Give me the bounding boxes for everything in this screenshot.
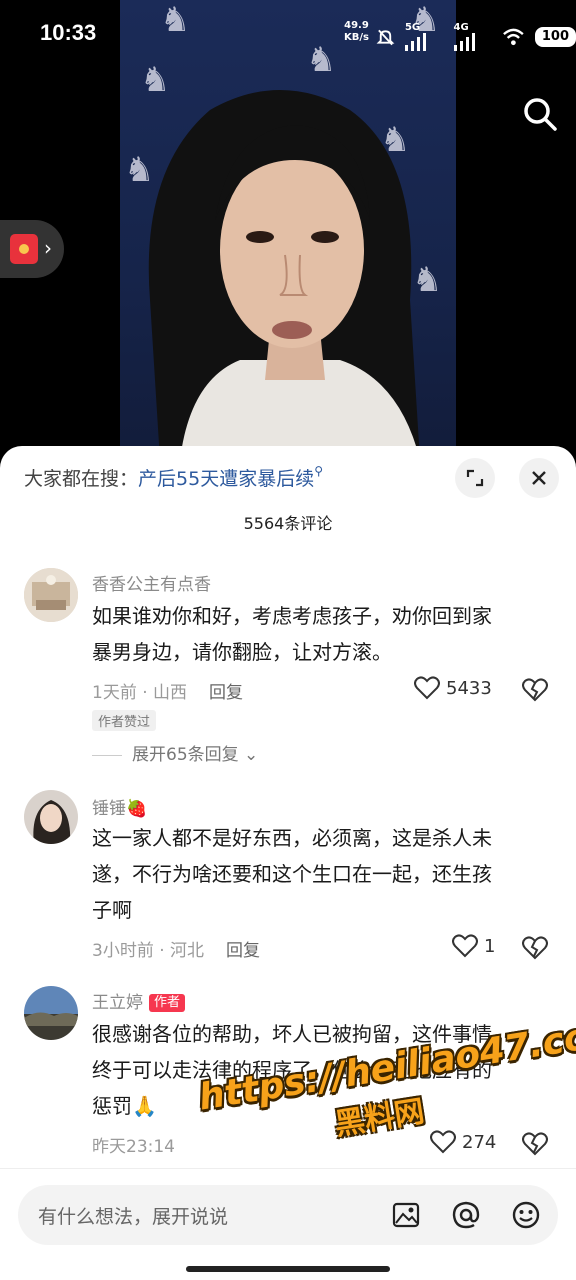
heart-icon xyxy=(414,676,440,700)
comment-username[interactable]: 王立婷 作者 xyxy=(92,988,186,1013)
avatar[interactable] xyxy=(24,790,78,844)
broken-heart-icon[interactable] xyxy=(522,1132,548,1156)
network-speed: 49.9 KB/s xyxy=(344,20,369,43)
broken-heart-icon[interactable] xyxy=(522,678,548,702)
author-liked-badge: 作者赞过 xyxy=(92,710,157,731)
comment-sheet: 大家都在搜：产后55天遭家暴后续⚲ 5564条评论 香香公主有点香 如果谁劝你和… xyxy=(0,446,576,1280)
mute-bell-icon xyxy=(376,29,395,45)
comment-username[interactable]: 香香公主有点香 xyxy=(92,570,211,595)
like-button[interactable]: 1 xyxy=(452,934,495,958)
red-envelope-icon xyxy=(10,234,38,264)
search-icon: ⚲ xyxy=(314,464,323,478)
video-person xyxy=(148,90,420,460)
expand-replies-button[interactable]: 展开65条回复 ⌄ xyxy=(92,740,258,765)
reply-button[interactable]: 回复 xyxy=(209,683,243,703)
close-icon xyxy=(532,471,546,485)
signal-5g-icon: 5G xyxy=(404,22,444,51)
like-button[interactable]: 5433 xyxy=(414,676,492,700)
heart-icon xyxy=(452,934,478,958)
like-count: 274 xyxy=(462,1131,497,1153)
comment-username[interactable]: 锤锤🍓 xyxy=(92,794,147,819)
video-frame: ♞ ♞ ♞ ♞ ♞ ♞ ♞ xyxy=(120,0,456,460)
comment-meta: 昨天23:14 xyxy=(92,1137,175,1157)
expand-sheet-button[interactable] xyxy=(455,458,495,498)
hot-search-bar[interactable]: 大家都在搜：产后55天遭家暴后续⚲ xyxy=(24,464,323,491)
comment-text: 这一家人都不是好东西，必须离，这是杀人未 遂，不行为啥还要和这个生口在一起，还生… xyxy=(92,826,492,922)
battery-indicator: 100 xyxy=(534,26,576,47)
like-count: 1 xyxy=(484,935,496,957)
heart-icon xyxy=(430,1130,456,1154)
like-count: 5433 xyxy=(446,677,492,699)
avatar[interactable] xyxy=(24,986,78,1040)
reply-button[interactable]: 回复 xyxy=(226,941,260,961)
comment-text: 如果谁劝你和好，考虑考虑孩子，劝你回到家 暴男身边，请你翻脸，让对方滚。 xyxy=(92,604,492,664)
chevron-right-icon: › xyxy=(44,236,52,260)
signal-4g-icon: 4G xyxy=(453,22,493,51)
comment-meta: 1天前 · 山西 回复 xyxy=(92,683,244,703)
author-tag: 作者 xyxy=(149,994,186,1012)
hot-search-label: 大家都在搜： xyxy=(24,468,139,490)
wifi-icon xyxy=(503,28,524,45)
comment-input-placeholder: 有什么想法，展开说说 xyxy=(38,1206,229,1228)
close-sheet-button[interactable] xyxy=(519,458,559,498)
at-icon[interactable] xyxy=(450,1199,482,1231)
status-bar: 10:33 49.9 KB/s 5G 4G 100 xyxy=(0,0,576,66)
like-button[interactable]: 274 xyxy=(430,1130,496,1154)
video-player[interactable]: ♞ ♞ ♞ ♞ ♞ ♞ ♞ 10:33 49.9 KB/s 5G 4G 100 … xyxy=(0,0,576,460)
avatar[interactable] xyxy=(24,568,78,622)
comment-count: 5564条评论 xyxy=(243,514,333,533)
home-indicator[interactable] xyxy=(186,1266,390,1272)
search-icon[interactable] xyxy=(520,94,560,134)
emoji-icon[interactable] xyxy=(510,1199,542,1231)
comment-input-bar: 有什么想法，展开说说 xyxy=(0,1168,576,1280)
red-packet-button[interactable]: › xyxy=(0,220,64,278)
comment-text: 很感谢各位的帮助，坏人已被拘留，这件事情 终于可以走法律的程序了，他会得到他应有… xyxy=(92,1022,492,1118)
broken-heart-icon[interactable] xyxy=(522,936,548,960)
comment-meta: 3小时前 · 河北 回复 xyxy=(92,941,261,961)
hot-search-keyword[interactable]: 产后55天遭家暴后续 xyxy=(138,468,314,490)
expand-icon xyxy=(466,469,484,487)
status-time: 10:33 xyxy=(40,20,97,45)
status-icons: 5G 4G 100 xyxy=(376,22,576,51)
comment-input[interactable]: 有什么想法，展开说说 xyxy=(18,1185,558,1245)
chevron-down-icon: ⌄ xyxy=(244,745,259,765)
image-icon[interactable] xyxy=(390,1199,422,1231)
